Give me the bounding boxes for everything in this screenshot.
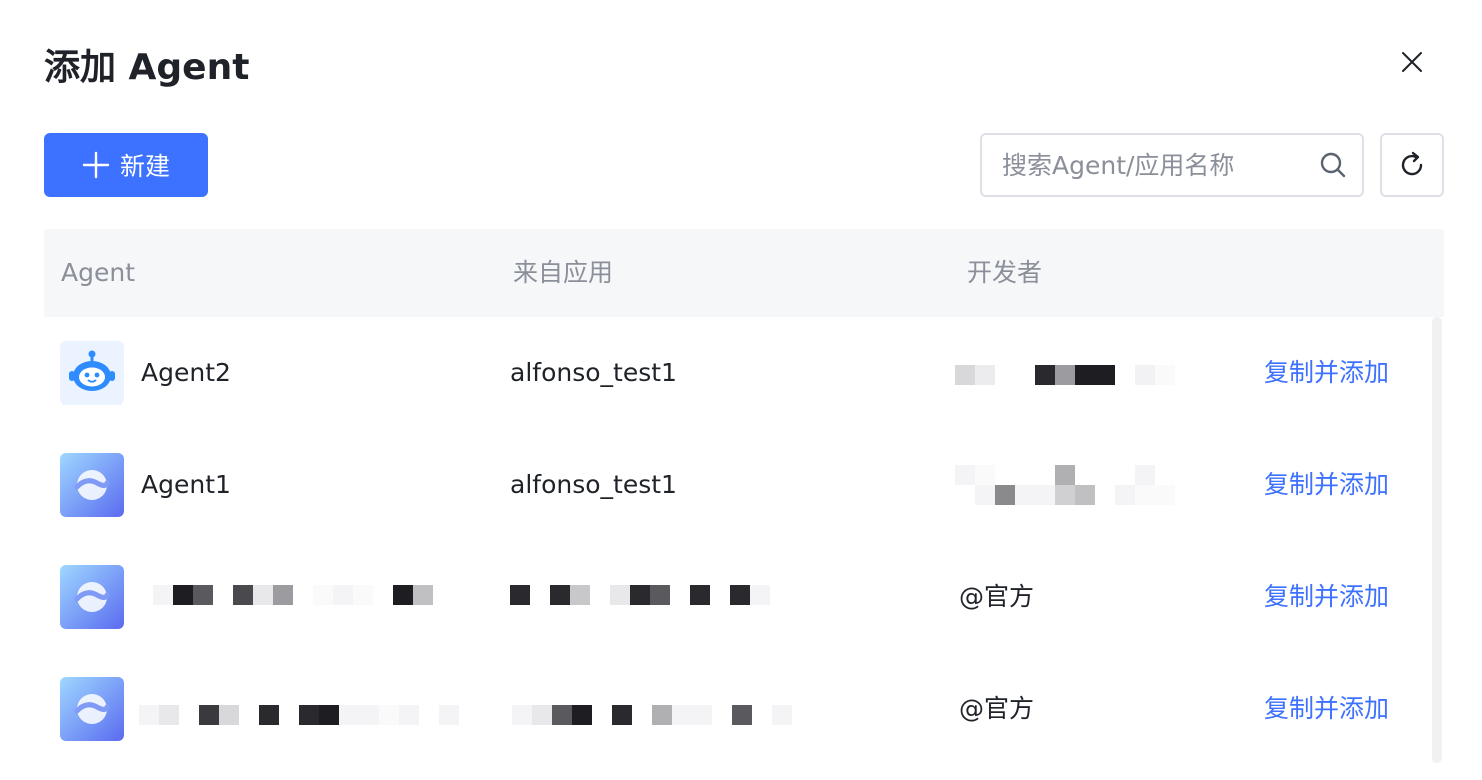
app-name: alfonso_test1 <box>510 358 677 387</box>
app-name-masked <box>510 585 770 605</box>
refresh-icon <box>1401 151 1423 176</box>
close-icon <box>1402 52 1422 72</box>
search-input[interactable] <box>1002 150 1318 180</box>
agent-name: Agent1 <box>141 470 231 499</box>
swirl-icon <box>60 565 124 629</box>
agent-name-masked <box>139 705 479 725</box>
table-row[interactable]: Agent1 alfonso_test1 复制并添加 <box>44 429 1424 541</box>
plus-icon <box>82 151 110 179</box>
refresh-button[interactable] <box>1380 133 1444 197</box>
copy-add-button[interactable]: 复制并添加 <box>1264 317 1389 429</box>
close-button[interactable] <box>1392 42 1432 82</box>
new-button-label: 新建 <box>119 152 170 181</box>
search-box[interactable] <box>980 133 1364 197</box>
agent-name: Agent2 <box>141 358 231 387</box>
app-name: alfonso_test1 <box>510 470 677 499</box>
column-header-developer: 开发者 <box>967 258 1043 287</box>
new-agent-button[interactable]: 新建 <box>44 133 208 197</box>
developer-name-masked <box>955 365 1175 385</box>
swirl-icon <box>60 453 124 517</box>
developer-name-masked <box>955 465 1195 505</box>
developer-name: @官方 <box>959 694 1035 723</box>
robot-icon <box>60 341 124 405</box>
vertical-scrollbar[interactable] <box>1432 317 1442 763</box>
developer-name: @官方 <box>959 582 1035 611</box>
copy-add-button[interactable]: 复制并添加 <box>1264 429 1389 541</box>
table-row[interactable]: @官方 复制并添加 <box>44 653 1424 765</box>
dialog-title: 添加 Agent <box>44 47 250 88</box>
app-name-masked <box>512 705 792 725</box>
table-header: Agent 来自应用 开发者 <box>44 229 1444 317</box>
swirl-icon <box>60 677 124 741</box>
agent-name-masked <box>153 585 433 605</box>
search-icon[interactable] <box>1318 150 1348 180</box>
column-header-agent: Agent <box>61 258 135 287</box>
copy-add-button[interactable]: 复制并添加 <box>1264 653 1389 765</box>
table-body[interactable]: Agent2 alfonso_test1 复制并添加 Agent1 alfons… <box>44 317 1444 780</box>
table-row[interactable]: @官方 复制并添加 <box>44 541 1424 653</box>
column-header-app: 来自应用 <box>513 258 614 287</box>
table-row[interactable]: Agent2 alfonso_test1 复制并添加 <box>44 317 1424 429</box>
copy-add-button[interactable]: 复制并添加 <box>1264 541 1389 653</box>
